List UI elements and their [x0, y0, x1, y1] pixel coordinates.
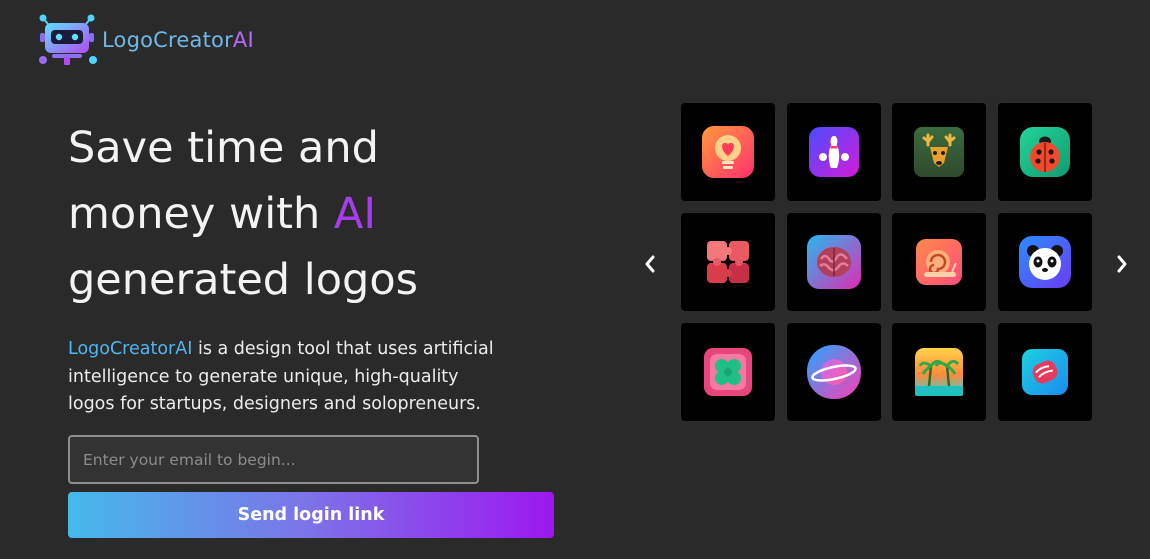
palm-trees-icon [915, 348, 963, 396]
hero-headline: Save time and money with AI generated lo… [68, 115, 498, 313]
puzzle-icon [707, 241, 749, 283]
robot-icon [39, 14, 97, 65]
hero-description: LogoCreatorAI is a design tool that uses… [68, 336, 508, 419]
email-input[interactable] [68, 435, 479, 484]
carousel-prev-button[interactable] [638, 246, 662, 282]
deer-icon [914, 127, 964, 177]
carousel-next-button[interactable] [1110, 246, 1134, 282]
logo-tile[interactable] [892, 213, 986, 311]
brain-icon [806, 235, 861, 289]
headline-accent: AI [333, 189, 377, 239]
clover-icon [704, 348, 752, 396]
ladybug-icon [1019, 127, 1070, 177]
lightbulb-heart-icon [702, 126, 754, 178]
description-brand: LogoCreatorAI [68, 339, 193, 359]
send-login-link-button[interactable]: Send login link [68, 492, 554, 538]
brand-name: LogoCreatorAI [102, 27, 254, 52]
headline-line2: money with [68, 189, 334, 239]
logo-tile[interactable] [681, 323, 775, 421]
logo-tile[interactable] [681, 103, 775, 201]
chevron-right-icon [1117, 255, 1127, 273]
logo-tile[interactable] [681, 213, 775, 311]
panda-icon [1018, 236, 1071, 288]
headline-line1: Save time and [68, 123, 379, 173]
logo-tile[interactable] [892, 323, 986, 421]
logo-gallery [681, 103, 1092, 421]
chevron-left-icon [645, 255, 655, 273]
bowling-icon [808, 127, 859, 177]
logo-tile[interactable] [786, 323, 881, 421]
logo-tile[interactable] [892, 103, 986, 201]
snail-icon [916, 239, 962, 285]
brand-logo[interactable]: LogoCreatorAI [36, 14, 254, 66]
logo-tile[interactable] [997, 103, 1092, 201]
logo-tile[interactable] [786, 103, 881, 201]
headline-line3: generated logos [68, 255, 419, 305]
logo-tile[interactable] [786, 213, 881, 311]
logo-tile[interactable] [997, 323, 1092, 421]
brand-name-part1: LogoCreator [102, 27, 233, 52]
brand-name-part2: AI [232, 27, 254, 52]
logo-tile[interactable] [997, 213, 1092, 311]
planet-icon [806, 345, 861, 399]
sushi-icon [1021, 349, 1068, 395]
